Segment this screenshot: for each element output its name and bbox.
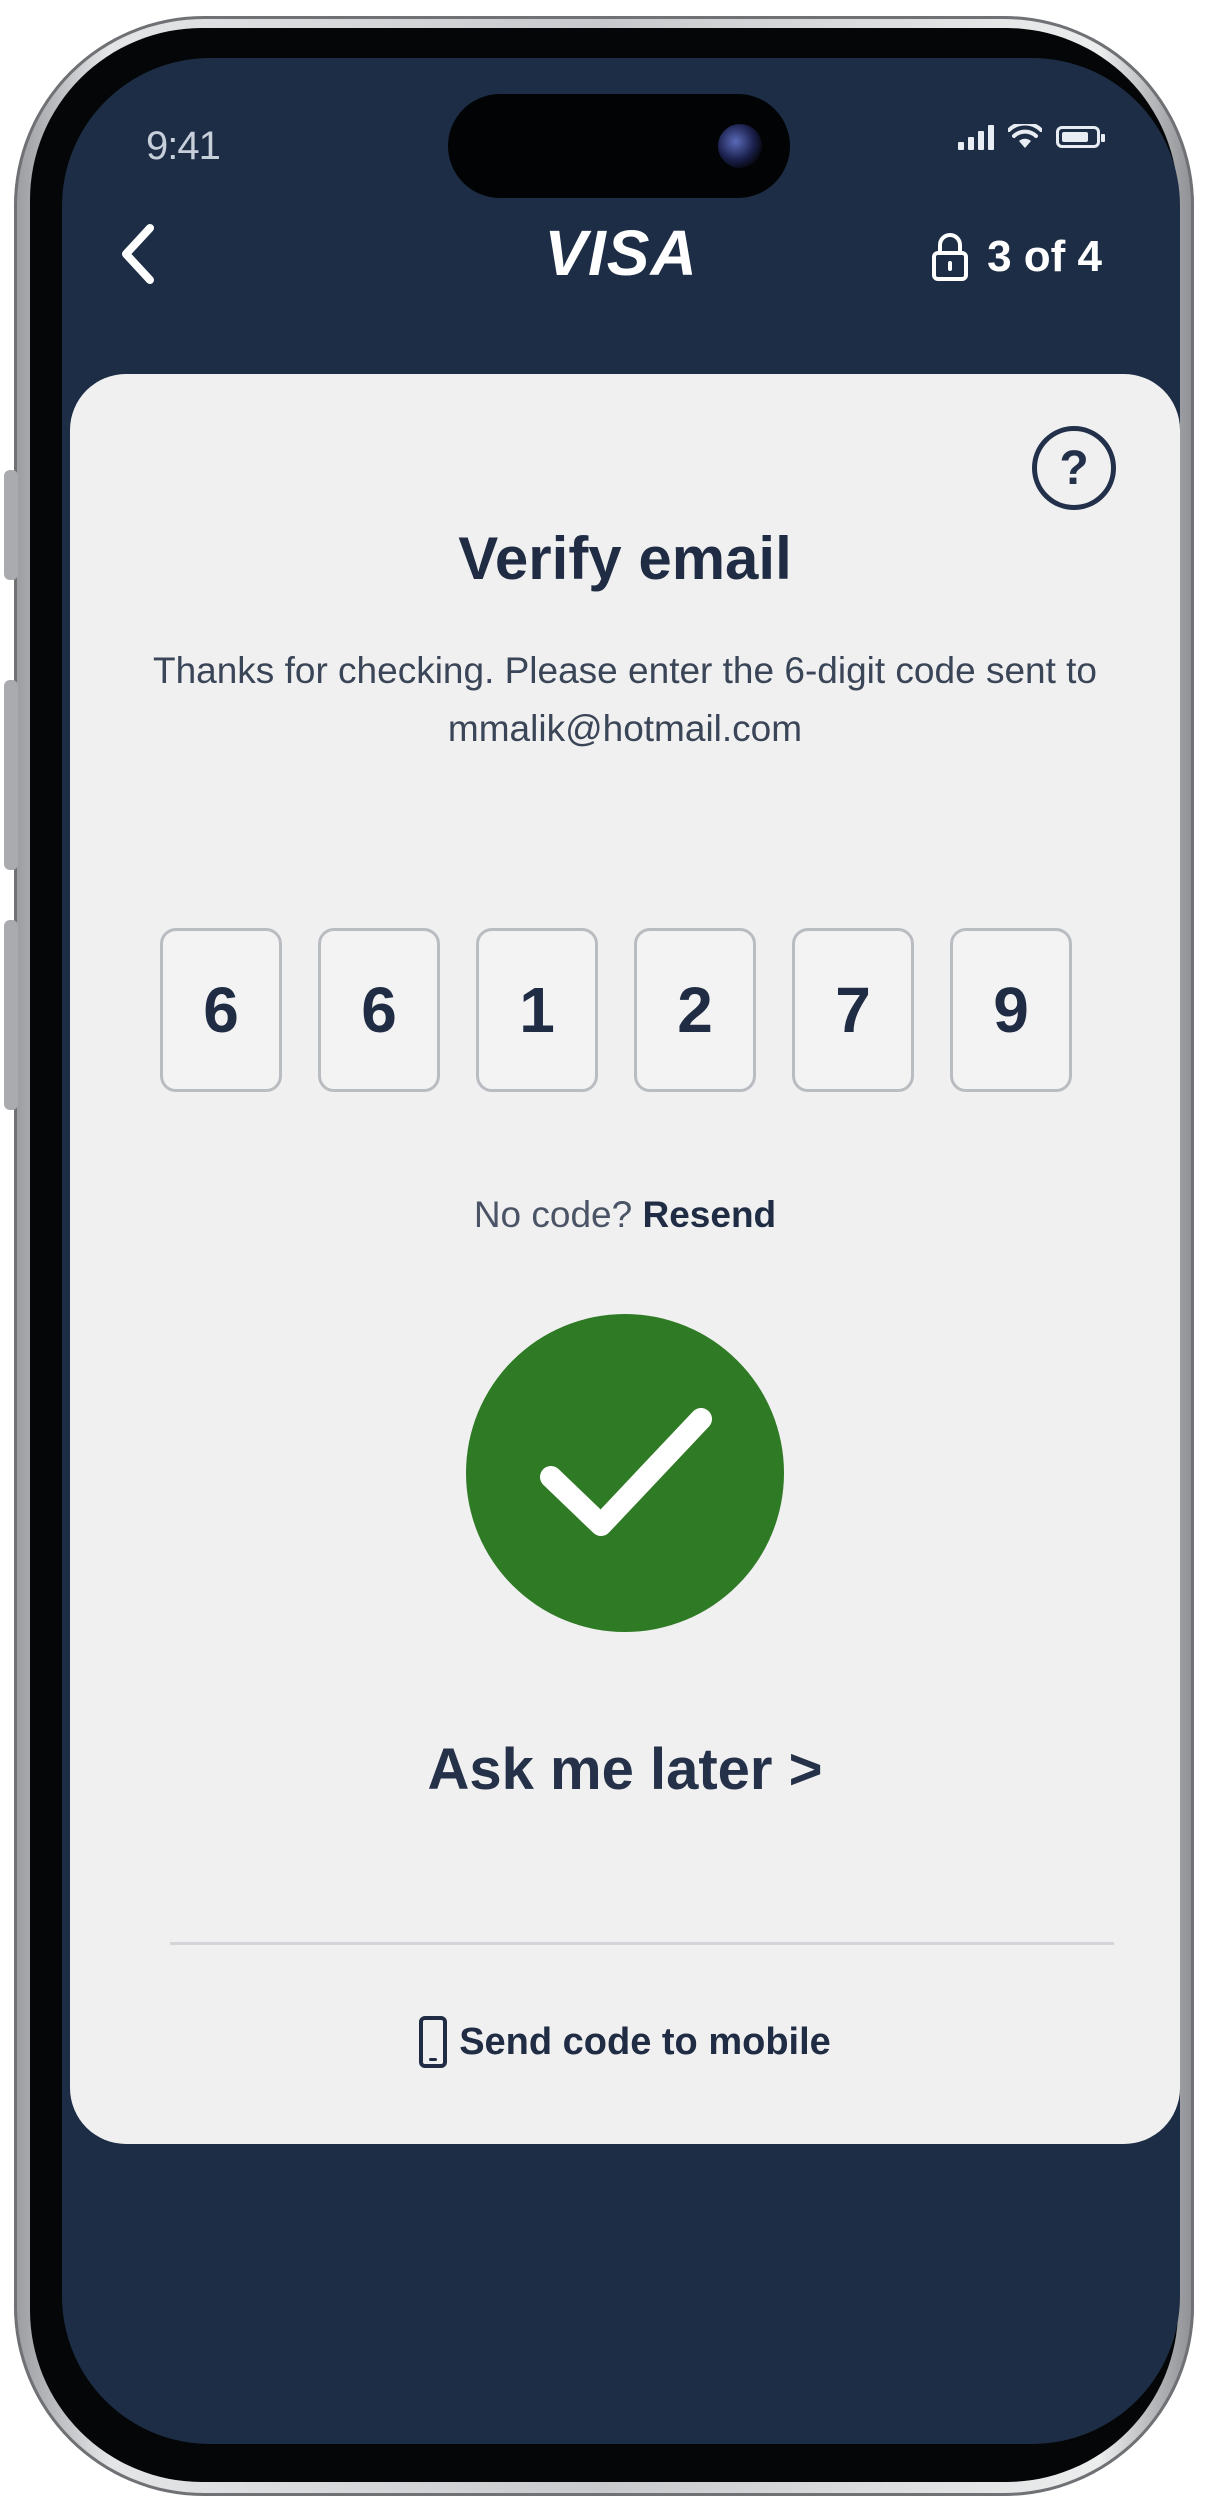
checkmark-icon	[540, 1408, 712, 1536]
volume-down-button	[4, 920, 18, 1110]
lock-icon	[932, 233, 969, 281]
app-screen: 9:41 VISA 3 of 4 ? Verify email Thanks f…	[62, 58, 1180, 2444]
resend-row: No code? Resend	[70, 1194, 1180, 1236]
resend-link[interactable]: Resend	[643, 1194, 777, 1235]
send-code-to-mobile-link[interactable]: Send code to mobile	[70, 2016, 1180, 2068]
divider	[170, 1942, 1114, 1945]
battery-icon	[1056, 126, 1105, 148]
code-digit-1[interactable]: 6	[160, 928, 282, 1092]
send-code-label: Send code to mobile	[459, 2020, 831, 2063]
code-digit-3[interactable]: 1	[476, 928, 598, 1092]
cellular-signal-icon	[958, 124, 994, 150]
silent-switch	[4, 470, 18, 580]
no-code-text: No code?	[473, 1194, 633, 1235]
mobile-phone-icon	[419, 2016, 448, 2068]
screenshot: 9:41 VISA 3 of 4 ? Verify email Thanks f…	[0, 0, 1208, 2505]
wifi-icon	[1008, 124, 1042, 148]
step-text: 3 of 4	[987, 232, 1102, 281]
code-digit-2[interactable]: 6	[318, 928, 440, 1092]
status-time: 9:41	[146, 124, 221, 168]
code-digit-4[interactable]: 2	[634, 928, 756, 1092]
status-icons	[958, 124, 1105, 150]
step-indicator: 3 of 4	[931, 232, 1102, 282]
code-input-group: 6 6 1 2 7 9	[160, 928, 1072, 1092]
volume-up-button	[4, 680, 18, 870]
success-badge	[466, 1314, 784, 1632]
verify-card: ? Verify email Thanks for checking. Plea…	[70, 374, 1180, 2144]
code-digit-5[interactable]: 7	[792, 928, 914, 1092]
ask-me-later-link[interactable]: Ask me later >	[70, 1736, 1180, 1803]
help-button[interactable]: ?	[1032, 426, 1116, 510]
dynamic-island	[448, 94, 790, 198]
camera-lens	[718, 124, 762, 168]
page-title: Verify email	[458, 525, 792, 592]
code-digit-6[interactable]: 9	[950, 928, 1072, 1092]
instructions-text: Thanks for checking. Please enter the 6-…	[152, 650, 1098, 749]
